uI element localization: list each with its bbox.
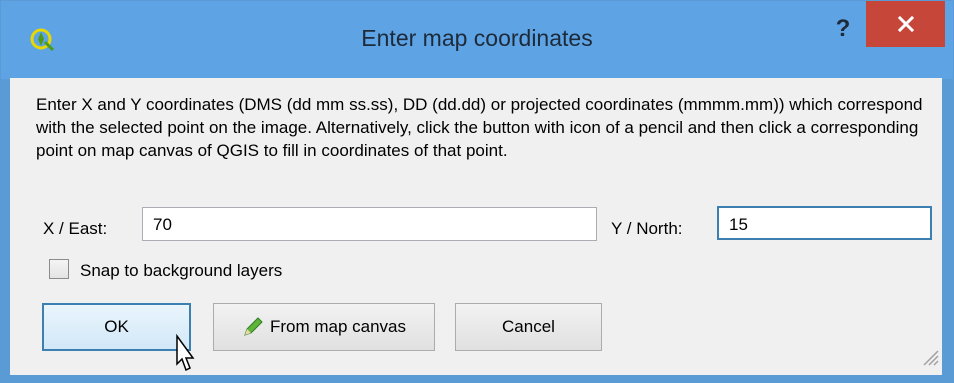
- x-east-label: X / East:: [43, 219, 108, 238]
- ok-button[interactable]: OK: [42, 303, 191, 351]
- from-map-canvas-button[interactable]: From map canvas: [213, 303, 435, 351]
- snap-checkbox-label[interactable]: Snap to background layers: [80, 261, 282, 281]
- window-title: Enter map coordinates: [361, 25, 593, 51]
- close-button[interactable]: [866, 1, 945, 47]
- from-map-canvas-label: From map canvas: [269, 317, 407, 336]
- cancel-button-label: Cancel: [502, 317, 555, 336]
- cancel-button[interactable]: Cancel: [455, 303, 602, 351]
- ok-button-label: OK: [104, 317, 129, 336]
- mouse-cursor-icon: [176, 334, 195, 372]
- close-icon: [897, 15, 914, 33]
- resize-grip-icon[interactable]: [918, 345, 940, 367]
- y-north-input[interactable]: 15: [717, 206, 932, 240]
- title-bar[interactable]: Enter map coordinates ?: [1, 1, 953, 79]
- snap-checkbox[interactable]: [49, 259, 69, 279]
- x-east-input[interactable]: 70: [142, 207, 597, 241]
- y-north-label: Y / North:: [611, 219, 683, 238]
- pencil-icon: [244, 317, 263, 336]
- help-button[interactable]: ?: [825, 15, 861, 55]
- instructions-text: Enter X and Y coordinates (DMS (dd mm ss…: [36, 95, 923, 160]
